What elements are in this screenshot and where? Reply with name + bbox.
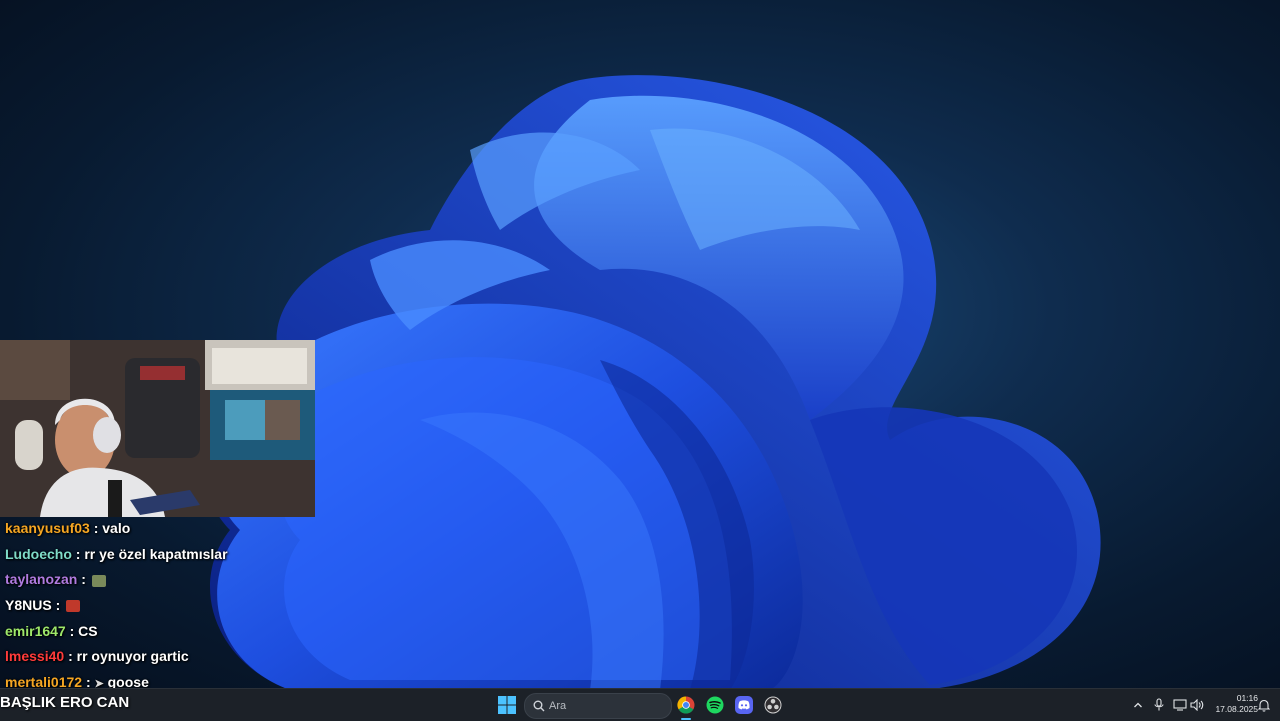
- chat-username: Y8NUS: [5, 597, 52, 614]
- start-button[interactable]: [496, 694, 518, 716]
- search-input[interactable]: [549, 694, 664, 718]
- taskbar: 01:16 17.08.2025: [0, 688, 1280, 721]
- notification-bell-icon: [1258, 699, 1270, 712]
- tray-volume[interactable]: [1189, 697, 1205, 713]
- chevron-up-icon: [1134, 702, 1142, 708]
- taskbar-app-obs[interactable]: [762, 694, 784, 716]
- taskbar-app-spotify[interactable]: [704, 694, 726, 716]
- chat-message: taylanozan :: [0, 567, 320, 593]
- chat-username: lmessi40: [5, 648, 65, 665]
- chat-emote-icon: [91, 574, 106, 587]
- chat-overlay: kaanyusuf03 : valo Ludoecho : rr ye özel…: [0, 516, 320, 696]
- chat-message: Y8NUS :: [0, 593, 320, 619]
- chat-text: : rr ye özel kapatmıslar: [75, 545, 228, 562]
- chat-text: : rr oynuyor gartic: [68, 648, 189, 665]
- spotify-icon: [706, 696, 724, 714]
- chat-username: emir1647: [5, 622, 66, 639]
- chat-username: kaanyusuf03: [5, 520, 90, 536]
- chat-username: Ludoecho: [5, 545, 72, 562]
- chat-message: lmessi40 : rr oynuyor gartic: [0, 644, 320, 670]
- tray-overflow-button[interactable]: [1130, 697, 1146, 713]
- chat-message: kaanyusuf03 : valo: [0, 516, 320, 542]
- network-icon: [1173, 699, 1187, 711]
- chrome-icon: [677, 696, 695, 714]
- tray-notifications[interactable]: [1256, 697, 1272, 713]
- taskbar-app-chrome[interactable]: [675, 694, 697, 716]
- taskbar-search[interactable]: [524, 693, 672, 719]
- chat-text: : CS: [69, 622, 98, 639]
- speaker-icon: [1190, 699, 1204, 711]
- chat-message: emir1647 : CS: [0, 619, 320, 645]
- taskbar-app-discord[interactable]: [733, 694, 755, 716]
- microphone-icon: [1154, 698, 1164, 711]
- taskbar-clock[interactable]: 01:16 17.08.2025: [1206, 693, 1258, 715]
- webcam-overlay: [0, 340, 315, 517]
- chat-username: taylanozan: [5, 571, 78, 588]
- clock-time: 01:16: [1236, 693, 1258, 703]
- chat-text: :: [81, 571, 86, 588]
- chat-message: Ludoecho : rr ye özel kapatmıslar: [0, 542, 320, 568]
- obs-icon: [764, 696, 782, 714]
- chat-text: :: [55, 597, 61, 614]
- search-icon: [533, 700, 545, 712]
- stream-title-overlay: BAŞLIK ERO CAN: [0, 694, 130, 711]
- chat-emote-icon: [66, 600, 81, 613]
- windows-logo-icon: [498, 696, 516, 714]
- tray-network[interactable]: [1172, 697, 1188, 713]
- streamer-webcam-image: [0, 340, 315, 517]
- discord-icon: [735, 696, 753, 714]
- chat-text: : valo: [93, 520, 131, 536]
- tray-microphone[interactable]: [1151, 697, 1167, 713]
- clock-date: 17.08.2025: [1215, 704, 1258, 714]
